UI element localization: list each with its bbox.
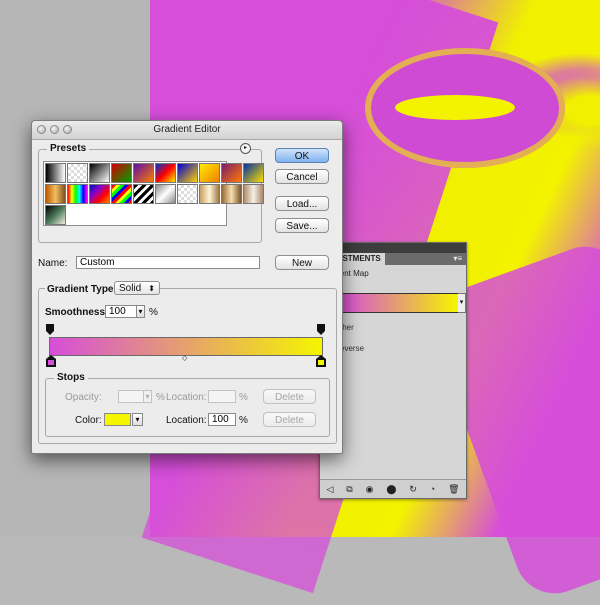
smoothness-label: Smoothness: xyxy=(45,307,109,318)
gradient-editor-dialog: Gradient Editor Presets ▸ OK Cancel Load… xyxy=(31,120,343,454)
delete-color-stop-button[interactable]: Delete xyxy=(263,412,316,427)
gradient-map-dropdown-icon[interactable]: ▾ xyxy=(458,293,466,313)
presets-group: Presets xyxy=(38,143,264,243)
photo-teeth xyxy=(395,95,515,120)
dialog-title: Gradient Editor xyxy=(153,124,221,135)
opacity-input[interactable] xyxy=(118,390,144,403)
visibility-icon[interactable]: ◉ xyxy=(366,484,374,495)
reset-icon[interactable]: ↻ xyxy=(409,484,417,495)
preset-swatch[interactable] xyxy=(243,184,264,204)
color-swatch[interactable] xyxy=(104,413,131,426)
color-location-input[interactable] xyxy=(208,413,236,426)
preset-swatch[interactable] xyxy=(111,184,132,204)
ok-button[interactable]: OK xyxy=(275,148,329,163)
opacity-stop-left[interactable] xyxy=(46,324,54,338)
preset-swatch[interactable] xyxy=(45,205,66,225)
panel-menu-icon[interactable]: ▾≡ xyxy=(453,254,462,263)
opacity-stop-right[interactable] xyxy=(317,324,325,338)
preset-swatch[interactable] xyxy=(221,184,242,204)
preset-swatch[interactable] xyxy=(111,163,132,183)
preset-swatch[interactable] xyxy=(89,184,110,204)
opacity-unit: % xyxy=(156,392,165,403)
preset-swatch[interactable] xyxy=(243,163,264,183)
stops-label: Stops xyxy=(54,372,88,383)
load-button[interactable]: Load... xyxy=(275,196,329,211)
preset-swatch[interactable] xyxy=(45,163,66,183)
preset-swatch[interactable] xyxy=(133,184,154,204)
gradient-map-preview[interactable] xyxy=(340,293,459,313)
smoothness-unit: % xyxy=(149,307,158,318)
preset-swatch[interactable] xyxy=(221,163,242,183)
preset-swatch[interactable] xyxy=(89,163,110,183)
gradient-type-label: Gradient Type: xyxy=(45,284,119,295)
new-button[interactable]: New xyxy=(275,255,329,270)
opacity-label: Opacity: xyxy=(65,392,102,403)
preset-swatch[interactable] xyxy=(177,163,198,183)
color-location-unit: % xyxy=(239,415,248,426)
preset-swatch[interactable] xyxy=(45,184,66,204)
color-label: Color: xyxy=(75,415,102,426)
opacity-location-unit: % xyxy=(239,392,248,403)
preset-swatch[interactable] xyxy=(199,184,220,204)
zoom-icon[interactable] xyxy=(63,125,72,134)
gradient-type-select[interactable]: Solid ⬍ xyxy=(114,281,160,295)
delete-opacity-stop-button[interactable]: Delete xyxy=(263,389,316,404)
toggle-icon[interactable]: ◔ xyxy=(430,484,435,494)
presets-list[interactable] xyxy=(43,161,264,226)
opacity-dropdown-icon[interactable]: ▾ xyxy=(143,390,152,403)
window-controls xyxy=(37,125,72,134)
reverse-option[interactable]: everse xyxy=(340,344,364,353)
preset-swatch[interactable] xyxy=(155,184,176,204)
smoothness-dropdown-icon[interactable]: ▾ xyxy=(136,305,145,318)
updown-icon: ⬍ xyxy=(148,284,155,293)
gradient-type-value: Solid xyxy=(119,283,142,294)
return-icon[interactable]: ◁ xyxy=(326,484,333,495)
dialog-titlebar[interactable]: Gradient Editor xyxy=(32,121,342,140)
preset-swatch[interactable] xyxy=(133,163,154,183)
panel-footer: ◁ ⧉ ◉ ⬤ ↻ ◔ 🗑 xyxy=(320,479,466,498)
close-icon[interactable] xyxy=(37,125,46,134)
save-button[interactable]: Save... xyxy=(275,218,329,233)
cancel-button[interactable]: Cancel xyxy=(275,169,329,184)
smoothness-input[interactable] xyxy=(105,305,137,318)
name-label: Name: xyxy=(38,258,68,269)
opacity-location-label: Location: xyxy=(166,392,207,403)
presets-menu-icon[interactable]: ▸ xyxy=(240,143,251,154)
color-dropdown-icon[interactable]: ▾ xyxy=(132,413,143,426)
color-stop-right[interactable] xyxy=(316,355,326,370)
midpoint-diamond-icon[interactable]: ◇ xyxy=(182,354,187,362)
trash-icon[interactable]: 🗑 xyxy=(448,484,459,495)
name-input[interactable] xyxy=(76,256,260,269)
minimize-icon[interactable] xyxy=(50,125,59,134)
preset-swatch[interactable] xyxy=(199,163,220,183)
presets-label: Presets xyxy=(47,143,90,154)
clip-icon[interactable]: ⧉ xyxy=(346,484,352,495)
color-location-label: Location: xyxy=(166,415,207,426)
stops-group: Stops xyxy=(45,372,330,437)
preset-swatch[interactable] xyxy=(177,184,198,204)
view-previous-icon[interactable]: ⬤ xyxy=(386,484,396,495)
color-stop-left[interactable] xyxy=(46,355,56,370)
opacity-location-input[interactable] xyxy=(208,390,236,403)
preset-swatch[interactable] xyxy=(67,184,88,204)
preset-swatch[interactable] xyxy=(155,163,176,183)
preset-swatch[interactable] xyxy=(67,163,88,183)
